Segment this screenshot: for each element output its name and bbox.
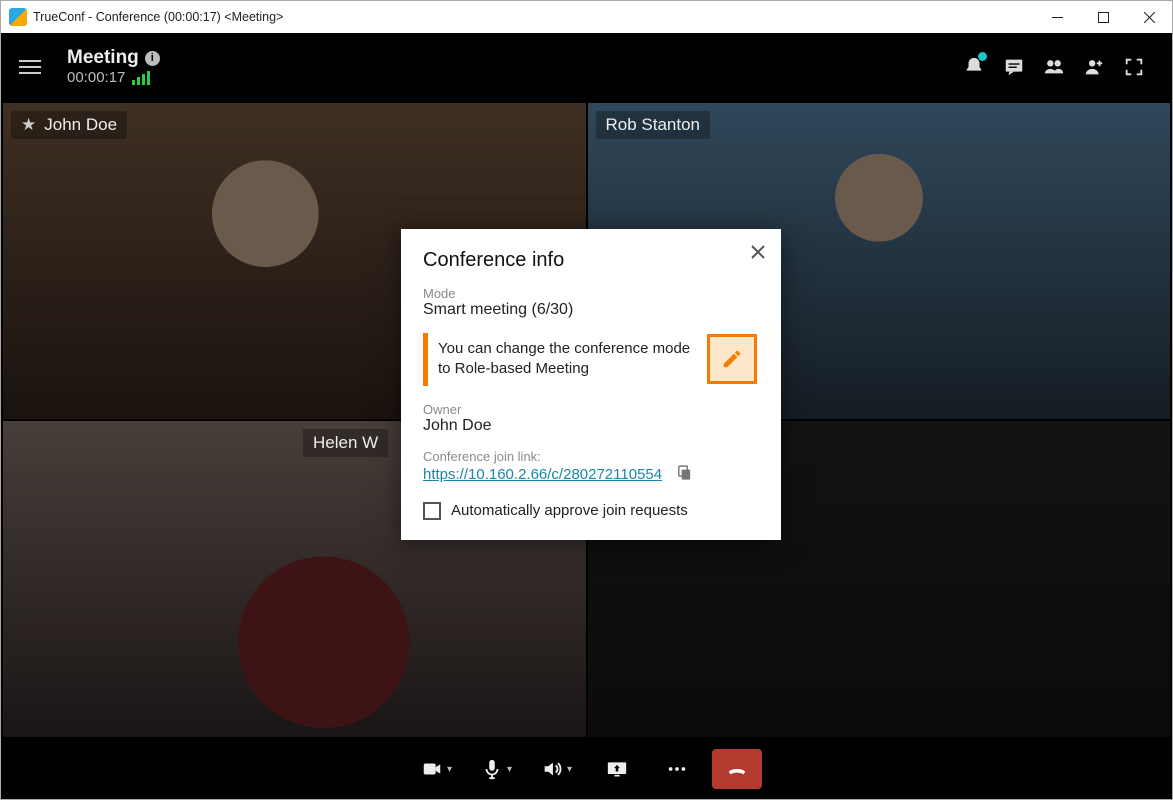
signal-icon [132, 71, 150, 85]
auto-approve-label: Automatically approve join requests [451, 502, 688, 519]
dialog-title: Conference info [423, 249, 759, 272]
window-close-button[interactable] [1126, 1, 1172, 33]
app-top-bar: Meeting i 00:00:17 [1, 33, 1172, 101]
participant-name: Helen W [313, 433, 378, 453]
mode-label: Mode [423, 286, 759, 301]
add-participant-button[interactable] [1074, 47, 1114, 87]
notification-dot-icon [978, 52, 987, 61]
hangup-button[interactable] [712, 749, 762, 789]
edit-mode-button[interactable] [707, 334, 757, 384]
auto-approve-checkbox[interactable] [423, 502, 441, 520]
menu-button[interactable] [19, 54, 45, 80]
participant-name: John Doe [44, 115, 117, 135]
chevron-down-icon: ▾ [507, 764, 512, 775]
owner-value: John Doe [423, 417, 759, 435]
speaker-button[interactable]: ▾ [532, 749, 582, 789]
share-screen-button[interactable] [592, 749, 642, 789]
camera-button[interactable]: ▾ [412, 749, 462, 789]
dialog-close-button[interactable] [749, 243, 767, 266]
join-link-label: Conference join link: [423, 449, 759, 464]
window-titlebar: TrueConf - Conference (00:00:17) <Meetin… [1, 1, 1172, 33]
star-icon: ★ [21, 115, 36, 135]
info-icon: i [145, 51, 160, 66]
chat-button[interactable] [994, 47, 1034, 87]
meeting-timer: 00:00:17 [67, 69, 125, 86]
more-options-button[interactable] [652, 749, 702, 789]
mode-hint: You can change the conference mode to Ro… [423, 333, 759, 386]
chevron-down-icon: ▾ [567, 764, 572, 775]
owner-label: Owner [423, 402, 759, 417]
chevron-down-icon: ▾ [447, 764, 452, 775]
notifications-button[interactable] [954, 47, 994, 87]
control-bar: ▾ ▾ ▾ [1, 739, 1172, 799]
window-minimize-button[interactable] [1034, 1, 1080, 33]
join-link[interactable]: https://10.160.2.66/c/280272110554 [423, 466, 662, 483]
window-maximize-button[interactable] [1080, 1, 1126, 33]
conference-info-dialog: Conference info Mode Smart meeting (6/30… [401, 229, 781, 540]
fullscreen-button[interactable] [1114, 47, 1154, 87]
window-title: TrueConf - Conference (00:00:17) <Meetin… [33, 10, 283, 24]
meeting-info[interactable]: Meeting i 00:00:17 [67, 47, 160, 86]
mode-hint-text: You can change the conference mode to Ro… [428, 333, 695, 386]
participant-name: Rob Stanton [606, 115, 701, 135]
copy-link-button[interactable] [676, 464, 693, 486]
app-icon [9, 8, 27, 26]
meeting-title: Meeting [67, 47, 139, 69]
participants-button[interactable] [1034, 47, 1074, 87]
microphone-button[interactable]: ▾ [472, 749, 522, 789]
mode-value: Smart meeting (6/30) [423, 301, 759, 319]
